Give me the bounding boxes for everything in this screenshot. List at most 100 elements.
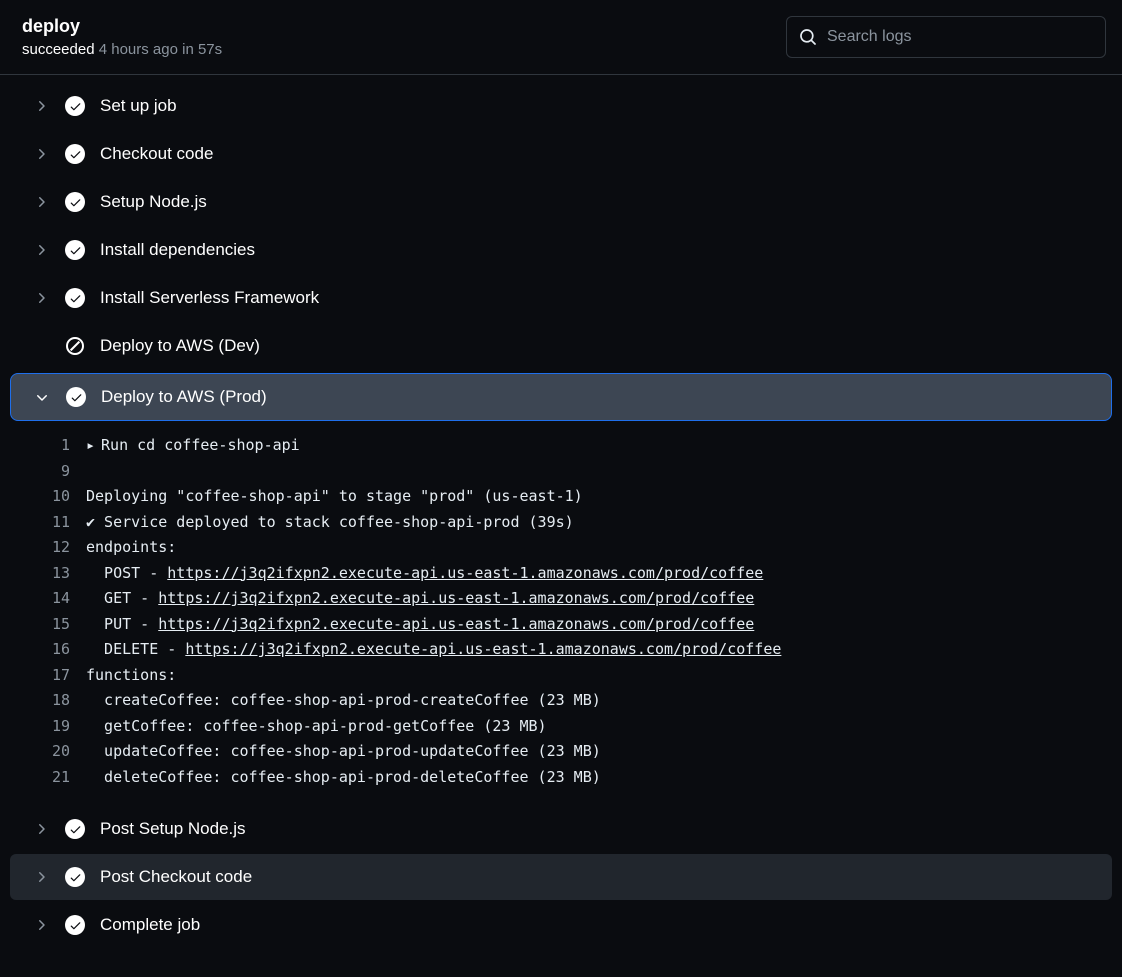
step-status-icon: [64, 95, 86, 117]
success-icon: [66, 387, 86, 407]
job-title: deploy: [22, 16, 222, 37]
log-line: 17functions:: [10, 663, 1112, 689]
step-row[interactable]: Set up job: [10, 83, 1112, 129]
search-icon: [799, 28, 817, 46]
step-row[interactable]: Deploy to AWS (Dev): [10, 323, 1112, 369]
line-number: 20: [10, 739, 86, 765]
chevron-right-icon: [32, 917, 50, 933]
step-row[interactable]: Checkout code: [10, 131, 1112, 177]
chevron-right-icon: [32, 146, 50, 162]
step-label: Complete job: [100, 915, 200, 935]
endpoint-link[interactable]: https://j3q2ifxpn2.execute-api.us-east-1…: [167, 564, 763, 582]
job-status-word: succeeded: [22, 41, 95, 58]
success-icon: [65, 240, 85, 260]
step-row[interactable]: Complete job: [10, 902, 1112, 948]
log-line: 10Deploying "coffee-shop-api" to stage "…: [10, 484, 1112, 510]
search-logs[interactable]: [786, 16, 1106, 58]
step-status-icon: [65, 386, 87, 408]
line-number: 19: [10, 714, 86, 740]
job-subtitle: succeeded 4 hours ago in 57s: [22, 41, 222, 58]
line-number: 12: [10, 535, 86, 561]
log-output: 1▸Run cd coffee-shop-api910Deploying "co…: [10, 421, 1112, 804]
log-line: 13 POST - https://j3q2ifxpn2.execute-api…: [10, 561, 1112, 587]
endpoint-link[interactable]: https://j3q2ifxpn2.execute-api.us-east-1…: [158, 589, 754, 607]
line-content: getCoffee: coffee-shop-api-prod-getCoffe…: [86, 714, 547, 740]
steps-list: Set up job Checkout code Setup Node.js Inst…: [0, 75, 1122, 948]
line-content: createCoffee: coffee-shop-api-prod-creat…: [86, 688, 601, 714]
chevron-right-icon: [32, 821, 50, 837]
success-icon: [65, 144, 85, 164]
line-content: endpoints:: [86, 535, 176, 561]
step-status-icon: [64, 143, 86, 165]
line-number: 21: [10, 765, 86, 791]
search-input[interactable]: [827, 28, 1093, 46]
log-line: 14 GET - https://j3q2ifxpn2.execute-api.…: [10, 586, 1112, 612]
line-number: 1: [10, 433, 86, 459]
step-label: Set up job: [100, 96, 177, 116]
success-icon: [65, 915, 85, 935]
chevron-right-icon: [32, 194, 50, 210]
step-row[interactable]: Setup Node.js: [10, 179, 1112, 225]
step-label: Post Checkout code: [100, 867, 252, 887]
job-status-rest: 4 hours ago in 57s: [95, 41, 223, 58]
step-row[interactable]: Install Serverless Framework: [10, 275, 1112, 321]
header-left: deploy succeeded 4 hours ago in 57s: [22, 16, 222, 58]
step-row[interactable]: Deploy to AWS (Prod): [10, 373, 1112, 421]
chevron-right-icon: [32, 869, 50, 885]
chevron-down-icon: [33, 389, 51, 405]
chevron-right-icon: [32, 242, 50, 258]
step-row[interactable]: Post Checkout code: [10, 854, 1112, 900]
line-number: 10: [10, 484, 86, 510]
endpoint-link[interactable]: https://j3q2ifxpn2.execute-api.us-east-1…: [158, 615, 754, 633]
step-status-icon: [64, 191, 86, 213]
step-status-icon: [64, 239, 86, 261]
log-line: 11✔ Service deployed to stack coffee-sho…: [10, 510, 1112, 536]
success-icon: [65, 288, 85, 308]
log-line: 20 updateCoffee: coffee-shop-api-prod-up…: [10, 739, 1112, 765]
step-status-icon: [64, 335, 86, 357]
step-status-icon: [64, 287, 86, 309]
log-line: 9: [10, 459, 1112, 485]
line-number: 16: [10, 637, 86, 663]
step-status-icon: [64, 866, 86, 888]
line-content: functions:: [86, 663, 176, 689]
step-status-icon: [64, 914, 86, 936]
header: deploy succeeded 4 hours ago in 57s: [0, 0, 1122, 75]
line-content: GET - https://j3q2ifxpn2.execute-api.us-…: [86, 586, 754, 612]
line-content: deleteCoffee: coffee-shop-api-prod-delet…: [86, 765, 601, 791]
line-number: 11: [10, 510, 86, 536]
step-row[interactable]: Install dependencies: [10, 227, 1112, 273]
line-number: 17: [10, 663, 86, 689]
log-line: 1▸Run cd coffee-shop-api: [10, 433, 1112, 459]
success-icon: [65, 819, 85, 839]
line-content: POST - https://j3q2ifxpn2.execute-api.us…: [86, 561, 763, 587]
line-content: ✔ Service deployed to stack coffee-shop-…: [86, 510, 574, 536]
step-row[interactable]: Post Setup Node.js: [10, 806, 1112, 852]
log-disclosure-icon[interactable]: ▸: [86, 436, 95, 454]
step-status-icon: [64, 818, 86, 840]
step-label: Post Setup Node.js: [100, 819, 246, 839]
log-line: 16 DELETE - https://j3q2ifxpn2.execute-a…: [10, 637, 1112, 663]
step-label: Setup Node.js: [100, 192, 207, 212]
log-line: 15 PUT - https://j3q2ifxpn2.execute-api.…: [10, 612, 1112, 638]
log-line: 19 getCoffee: coffee-shop-api-prod-getCo…: [10, 714, 1112, 740]
log-line: 18 createCoffee: coffee-shop-api-prod-cr…: [10, 688, 1112, 714]
line-content: Deploying "coffee-shop-api" to stage "pr…: [86, 484, 583, 510]
step-label: Deploy to AWS (Dev): [100, 336, 260, 356]
line-number: 9: [10, 459, 86, 485]
line-number: 15: [10, 612, 86, 638]
step-label: Deploy to AWS (Prod): [101, 387, 267, 407]
line-number: 13: [10, 561, 86, 587]
success-icon: [65, 96, 85, 116]
success-icon: [65, 192, 85, 212]
step-label: Install dependencies: [100, 240, 255, 260]
endpoint-link[interactable]: https://j3q2ifxpn2.execute-api.us-east-1…: [185, 640, 781, 658]
line-number: 14: [10, 586, 86, 612]
skipped-icon: [65, 336, 85, 356]
chevron-right-icon: [32, 98, 50, 114]
step-label: Install Serverless Framework: [100, 288, 319, 308]
success-icon: [65, 867, 85, 887]
log-line: 21 deleteCoffee: coffee-shop-api-prod-de…: [10, 765, 1112, 791]
step-label: Checkout code: [100, 144, 213, 164]
line-content: DELETE - https://j3q2ifxpn2.execute-api.…: [86, 637, 781, 663]
